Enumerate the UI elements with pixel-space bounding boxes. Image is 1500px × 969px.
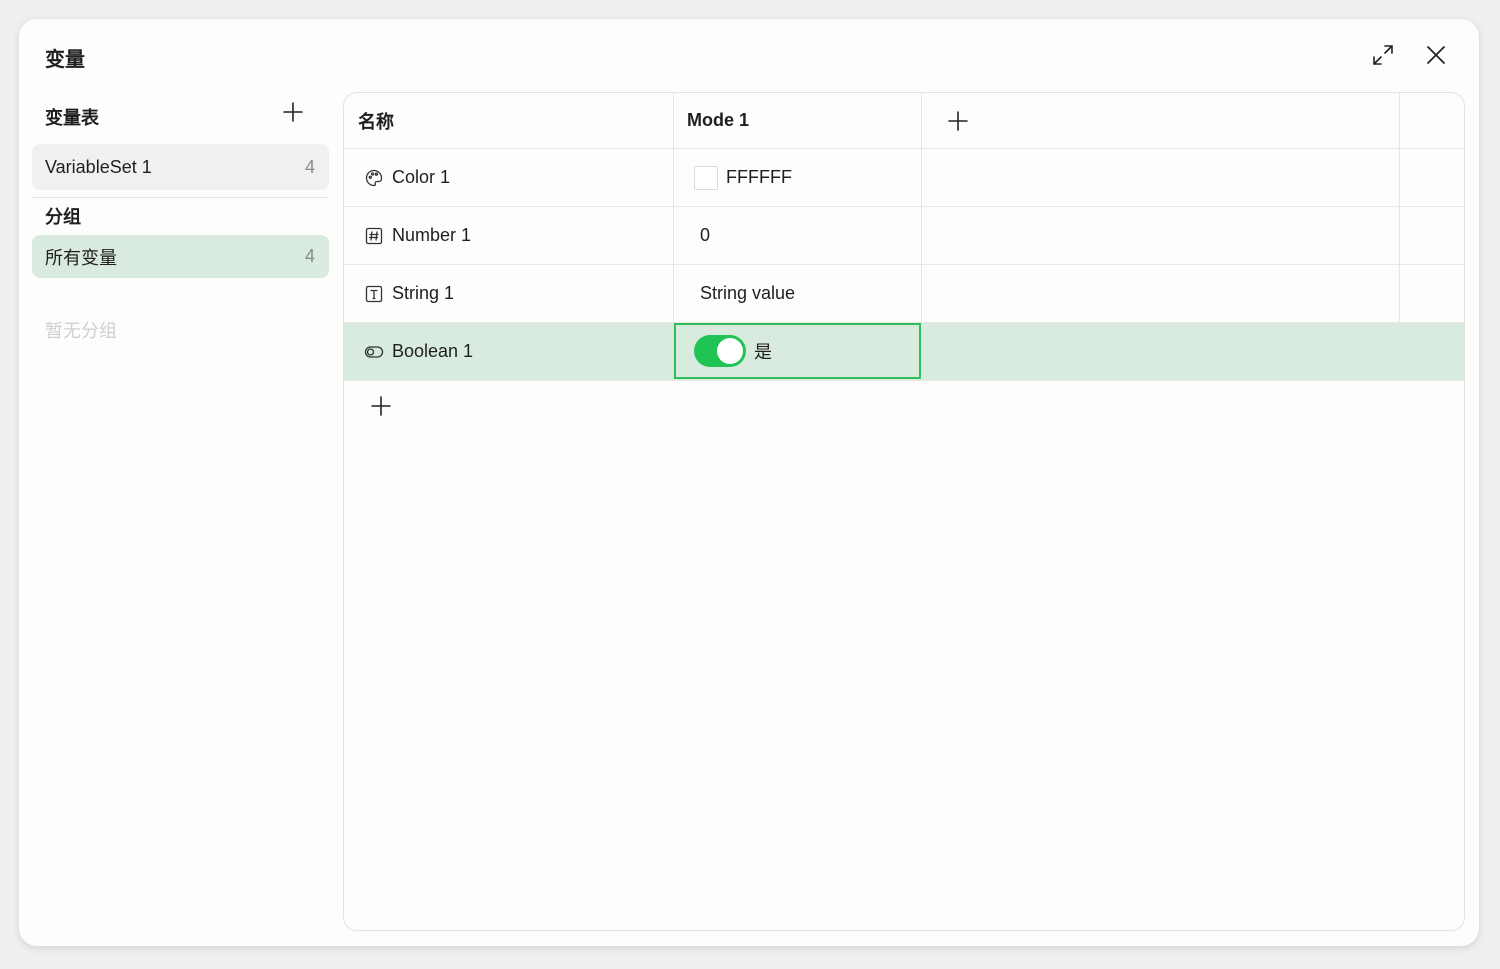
column-divider [921, 93, 922, 379]
variable-set-label: VariableSet 1 [45, 156, 152, 177]
add-variable-set-button[interactable] [282, 101, 304, 123]
column-header-name: 名称 [358, 111, 394, 132]
add-variable-button[interactable] [370, 395, 392, 417]
table-row[interactable]: Number 1 0 [344, 207, 1464, 265]
column-header-mode[interactable]: Mode 1 [674, 93, 921, 148]
group-label: 所有变量 [45, 247, 117, 268]
add-mode-button[interactable] [947, 110, 969, 132]
variable-value-cell-selected[interactable]: 是 [674, 323, 921, 379]
group-count: 4 [304, 246, 315, 266]
expand-icon[interactable] [1371, 43, 1395, 67]
variable-set-count: 4 [304, 156, 315, 177]
toggle-icon [364, 342, 384, 362]
variable-value-cell[interactable]: FFFFFF [674, 149, 921, 206]
variable-name-cell[interactable]: Color 1 [344, 149, 673, 206]
variable-name-cell[interactable]: String 1 [344, 265, 673, 322]
text-icon [364, 284, 384, 304]
sidebar-divider [32, 197, 329, 198]
group-item-all-variables[interactable]: 所有变量 4 [32, 235, 329, 278]
variable-name: Color 1 [392, 167, 451, 187]
color-value: FFFFFF [726, 167, 792, 187]
column-divider [1399, 93, 1400, 379]
toggle-knob [717, 338, 743, 364]
variable-set-item[interactable]: VariableSet 1 4 [32, 144, 329, 190]
table-row-selected[interactable]: Boolean 1 是 [344, 323, 1464, 381]
boolean-value: 是 [754, 342, 772, 362]
string-value: String value [700, 283, 796, 303]
variables-dialog: 变量 变量表 VariableSet 1 4 分组 所有变量 4 暂无分组 名称 [19, 19, 1479, 946]
column-divider [673, 93, 674, 379]
dialog-title: 变量 [45, 49, 85, 71]
close-icon[interactable] [1424, 43, 1448, 67]
palette-icon [364, 168, 384, 188]
number-value: 0 [700, 225, 711, 245]
variable-name: String 1 [392, 283, 455, 303]
sets-heading: 变量表 [45, 108, 99, 128]
boolean-toggle[interactable] [694, 335, 746, 367]
variable-name-cell[interactable]: Number 1 [344, 207, 673, 264]
groups-heading: 分组 [45, 207, 81, 227]
table-row[interactable]: Color 1 FFFFFF [344, 149, 1464, 207]
no-groups-text: 暂无分组 [45, 321, 117, 341]
number-icon [364, 226, 384, 246]
variable-name: Number 1 [392, 225, 472, 245]
table-header: 名称 Mode 1 [344, 93, 1464, 149]
variable-name: Boolean 1 [392, 341, 474, 361]
table-row[interactable]: String 1 String value [344, 265, 1464, 323]
color-swatch[interactable] [694, 165, 718, 190]
variable-name-cell[interactable]: Boolean 1 [344, 323, 673, 380]
variable-value-cell[interactable]: String value [674, 265, 921, 322]
variable-value-cell[interactable]: 0 [674, 207, 921, 264]
variables-table: 名称 Mode 1 Color 1 FFFFFF Number 1 0 Stri… [343, 92, 1465, 931]
